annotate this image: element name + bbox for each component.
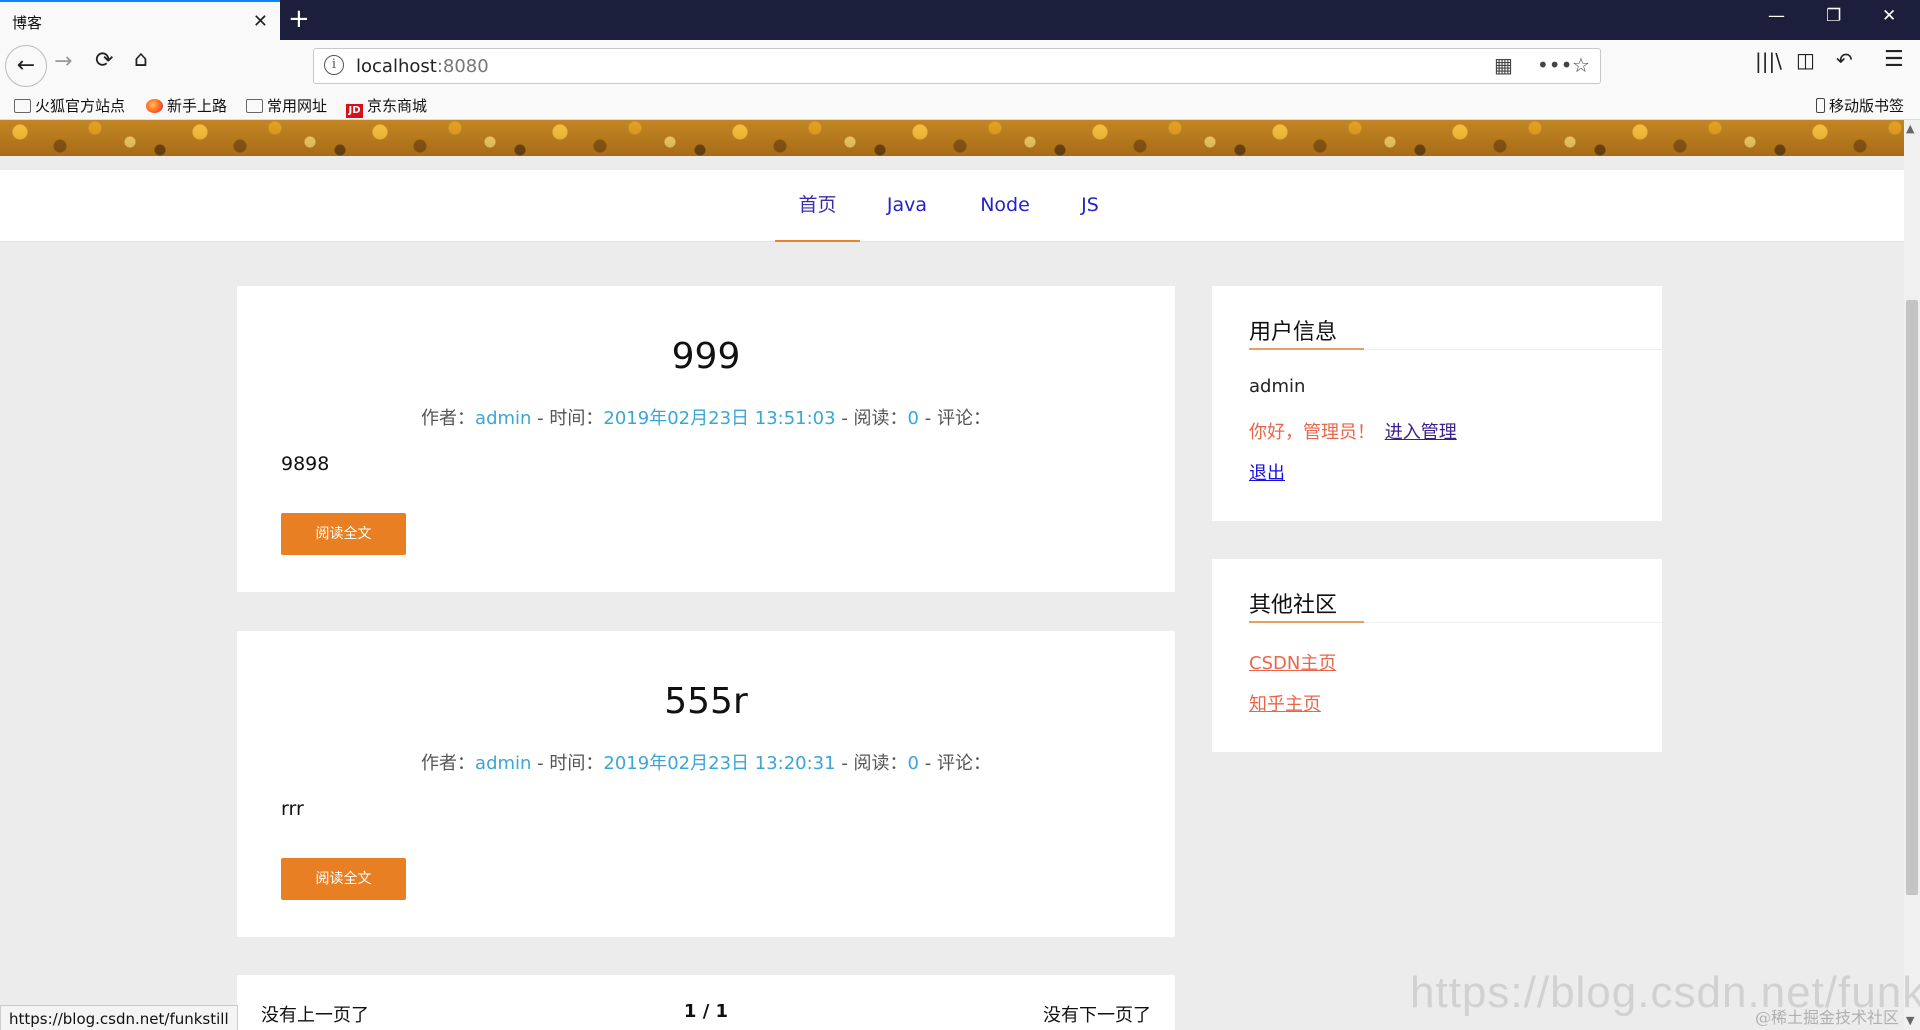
page-scrollbar[interactable]: ▲ ▼ bbox=[1904, 120, 1920, 1030]
url-text: localhost:8080 bbox=[356, 56, 489, 77]
tab-title: 博客 bbox=[12, 14, 43, 32]
undo-icon[interactable]: ↶ bbox=[1836, 48, 1853, 72]
forward-arrow-icon[interactable]: → bbox=[54, 49, 72, 74]
post-excerpt: 9898 bbox=[281, 453, 330, 475]
page-indicator: 1 / 1 bbox=[683, 1001, 729, 1022]
mobile-bookmarks[interactable]: 移动版书签 bbox=[1816, 95, 1904, 116]
user-info-title: 用户信息 bbox=[1249, 320, 1338, 345]
nav-node[interactable]: Node bbox=[970, 170, 1040, 242]
post-author[interactable]: admin bbox=[475, 408, 531, 429]
scroll-up-arrow-icon[interactable]: ▲ bbox=[1906, 122, 1914, 135]
sidebar-toggle-icon[interactable]: ◫ bbox=[1796, 48, 1815, 72]
back-arrow-icon[interactable]: ← bbox=[5, 45, 47, 87]
post-time: 2019年02月23日 13:51:03 bbox=[603, 408, 836, 429]
minimize-icon[interactable]: — bbox=[1768, 6, 1785, 26]
page-actions-icon[interactable]: ••• bbox=[1537, 53, 1572, 77]
post-title[interactable]: 999 bbox=[237, 336, 1175, 377]
site-info-icon[interactable]: i bbox=[324, 55, 344, 75]
csdn-link[interactable]: CSDN主页 bbox=[1249, 649, 1336, 675]
close-tab-icon[interactable]: ✕ bbox=[253, 11, 268, 32]
home-icon[interactable]: ⌂ bbox=[134, 47, 148, 72]
post-author[interactable]: admin bbox=[475, 753, 531, 774]
window-close-icon[interactable]: ✕ bbox=[1882, 6, 1896, 26]
post-time: 2019年02月23日 13:20:31 bbox=[603, 753, 836, 774]
nav-js[interactable]: JS bbox=[1070, 170, 1110, 242]
read-more-button[interactable]: 阅读全文 bbox=[281, 513, 406, 555]
next-page-link[interactable]: 没有下一页了 bbox=[1043, 1001, 1151, 1027]
nav-home[interactable]: 首页 bbox=[775, 170, 860, 242]
watermark-credit: @稀土掘金技术社区 bbox=[1755, 1008, 1900, 1027]
new-tab-icon[interactable]: + bbox=[288, 4, 310, 34]
qr-code-icon[interactable]: ▦ bbox=[1494, 53, 1513, 77]
post-card: 999 作者：admin - 时间：2019年02月23日 13:51:03 -… bbox=[237, 286, 1175, 592]
post-meta: 作者：admin - 时间：2019年02月23日 13:51:03 - 阅读：… bbox=[421, 408, 991, 429]
browser-tab[interactable]: 博客 ✕ bbox=[0, 0, 280, 40]
post-card: 555r 作者：admin - 时间：2019年02月23日 13:20:31 … bbox=[237, 631, 1175, 937]
link-status-bar: https://blog.csdn.net/funkstill bbox=[0, 1005, 238, 1030]
greeting-text: 你好，管理员！ bbox=[1249, 422, 1375, 443]
bookmarks-bar: 火狐官方站点 新手上路 常用网址 JD 京东商城 移动版书签 bbox=[0, 92, 1920, 120]
reload-icon[interactable]: ⟳ bbox=[95, 48, 113, 73]
post-reads: 0 bbox=[907, 753, 919, 774]
scrollbar-thumb[interactable] bbox=[1906, 300, 1918, 895]
admin-manage-link[interactable]: 进入管理 bbox=[1385, 422, 1457, 443]
post-reads: 0 bbox=[907, 408, 919, 429]
bookmark-star-icon[interactable]: ☆ bbox=[1572, 53, 1590, 77]
pagination: 没有上一页了 1 / 1 没有下一页了 bbox=[237, 975, 1175, 1030]
phone-icon bbox=[1816, 98, 1825, 113]
post-title[interactable]: 555r bbox=[237, 681, 1175, 722]
folder-icon bbox=[246, 99, 263, 113]
post-meta: 作者：admin - 时间：2019年02月23日 13:20:31 - 阅读：… bbox=[421, 753, 991, 774]
logout-link[interactable]: 退出 bbox=[1249, 459, 1285, 485]
bookmark-firefox-official[interactable]: 火狐官方站点 bbox=[14, 95, 125, 116]
address-bar[interactable]: i localhost:8080 ▦ ••• ☆ bbox=[313, 48, 1601, 84]
bookmark-getting-started[interactable]: 新手上路 bbox=[146, 95, 227, 116]
post-excerpt: rrr bbox=[281, 798, 304, 820]
browser-toolbar: ← → ⟳ ⌂ i localhost:8080 ▦ ••• ☆ |||\ ◫ … bbox=[0, 40, 1920, 92]
nav-java[interactable]: Java bbox=[874, 170, 940, 242]
folder-icon bbox=[14, 99, 31, 113]
admin-greeting-row: 你好，管理员！ 进入管理 bbox=[1249, 418, 1457, 444]
communities-title: 其他社区 bbox=[1249, 593, 1338, 618]
library-icon[interactable]: |||\ bbox=[1755, 49, 1782, 73]
communities-panel: 其他社区 CSDN主页 知乎主页 bbox=[1212, 559, 1663, 752]
bookmark-jd[interactable]: JD 京东商城 bbox=[346, 95, 427, 118]
read-more-button[interactable]: 阅读全文 bbox=[281, 858, 406, 900]
bookmark-common-sites[interactable]: 常用网址 bbox=[246, 95, 327, 116]
restore-icon[interactable]: ❐ bbox=[1826, 6, 1841, 26]
username: admin bbox=[1249, 376, 1306, 397]
page-viewport: 首页 Java Node JS 999 作者：admin - 时间：2019年0… bbox=[0, 120, 1904, 1030]
firefox-icon bbox=[146, 99, 163, 113]
menu-hamburger-icon[interactable]: ☰ bbox=[1884, 47, 1904, 72]
user-info-panel: 用户信息 admin 你好，管理员！ 进入管理 退出 bbox=[1212, 286, 1663, 521]
browser-tab-strip: 博客 ✕ + — ❐ ✕ bbox=[0, 0, 1920, 40]
site-nav: 首页 Java Node JS bbox=[0, 170, 1904, 242]
jd-logo-icon: JD bbox=[346, 104, 363, 118]
zhihu-link[interactable]: 知乎主页 bbox=[1249, 690, 1321, 716]
